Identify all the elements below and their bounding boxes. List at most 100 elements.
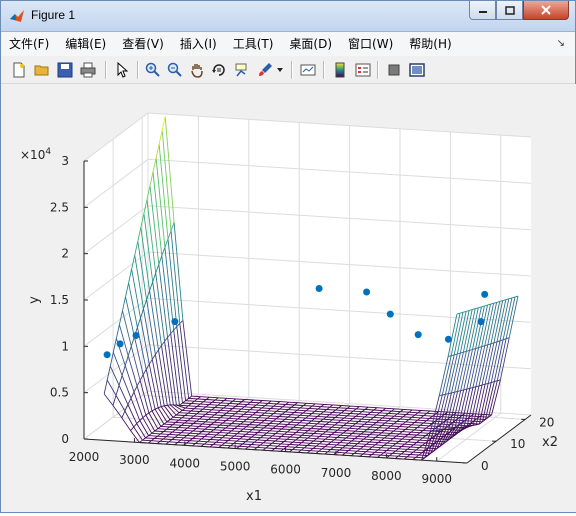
surface-mesh-line (323, 434, 332, 435)
data-point (117, 340, 124, 347)
surface-mesh-line (377, 415, 386, 416)
surface-mesh-line (227, 406, 236, 407)
axes-3d[interactable]: 200030004000500060007000800090000102000.… (2, 84, 576, 512)
surface-mesh-line (361, 441, 370, 442)
rotate-3d-icon[interactable] (209, 60, 229, 80)
surface-mesh-line (155, 431, 164, 432)
surface-mesh-line (420, 425, 429, 426)
menu-edit[interactable]: 编辑(E) (57, 33, 114, 55)
legend-icon[interactable] (353, 60, 373, 80)
data-cursor-icon[interactable] (231, 60, 251, 80)
surface-mesh-line (267, 433, 276, 434)
show-plot-tools-icon[interactable] (407, 60, 427, 80)
surface-mesh-line (410, 455, 419, 456)
surface-mesh-line (320, 436, 329, 437)
x-tick-label: 8000 (371, 469, 402, 483)
zoom-out-icon[interactable] (165, 60, 185, 80)
surface-mesh-line (407, 449, 416, 450)
surface-mesh-line (290, 430, 299, 431)
surface-mesh-line (272, 436, 281, 437)
surface-mesh-line (361, 427, 370, 428)
surface-mesh-line (238, 411, 247, 412)
surface-mesh-line (400, 427, 409, 428)
zoom-in-icon[interactable] (143, 60, 163, 80)
surface-mesh-line (402, 447, 411, 448)
surface-mesh-line (376, 437, 385, 438)
y-tick-label: 3 (61, 154, 69, 168)
surface-mesh-line (462, 423, 471, 424)
depth-axis-label: x2 (542, 435, 558, 450)
title-bar[interactable]: Figure 1 (1, 1, 575, 32)
brush-icon[interactable] (255, 60, 275, 80)
link-plot-icon[interactable] (298, 60, 318, 80)
surface-mesh-line (467, 426, 470, 427)
surface-mesh-line (461, 427, 464, 428)
surface-mesh-line (439, 412, 448, 413)
surface-mesh-line (197, 406, 206, 407)
surface-mesh-line (167, 422, 176, 423)
surface-mesh-line (375, 452, 384, 453)
surface-mesh-line (290, 444, 299, 445)
surface-mesh-line (258, 440, 267, 441)
surface-mesh-line (331, 442, 340, 443)
surface-mesh-line (361, 434, 370, 435)
surface-mesh-line (176, 422, 185, 423)
surface-mesh-line (193, 424, 202, 425)
surface-mesh-line (204, 444, 213, 445)
select-arrow-icon[interactable] (112, 60, 132, 80)
menu-window[interactable]: 窗口(W) (340, 33, 401, 55)
surface-mesh-line (285, 427, 294, 428)
surface-mesh-line (252, 422, 261, 423)
surface-mesh-line (275, 449, 284, 450)
brush-dropdown-icon[interactable] (275, 60, 285, 80)
surface-mesh-line (200, 404, 209, 405)
minimize-button[interactable] (469, 1, 496, 20)
menu-help[interactable]: 帮助(H) (401, 33, 459, 55)
menu-tools[interactable]: 工具(T) (225, 33, 282, 55)
menu-insert[interactable]: 插入(I) (172, 33, 225, 55)
surface-mesh-line (345, 453, 354, 454)
surface-mesh-line (247, 405, 256, 406)
surface-mesh-line (382, 418, 391, 419)
surface-mesh-line (247, 419, 256, 420)
surface-mesh-line (396, 436, 405, 437)
menu-desktop[interactable]: 桌面(D) (281, 33, 340, 55)
surface-mesh-line (426, 428, 435, 429)
dock-arrow-icon[interactable]: ↘ (557, 38, 565, 49)
surface-mesh-line (415, 423, 424, 424)
surface-mesh-line (170, 427, 179, 428)
open-file-icon[interactable] (32, 60, 52, 80)
surface-mesh-line (430, 411, 439, 412)
hide-plot-tools-icon[interactable] (384, 60, 404, 80)
surface-mesh-line (310, 443, 319, 444)
y-axis-label: y (27, 296, 42, 304)
surface-mesh-line (302, 443, 311, 444)
surface-mesh-line (225, 435, 234, 436)
surface-mesh-line (188, 406, 197, 407)
surface-mesh-line (208, 427, 217, 428)
close-button[interactable] (523, 1, 569, 20)
surface-mesh-line (464, 426, 467, 427)
surface-mesh-line (432, 424, 441, 425)
print-icon[interactable] (78, 60, 98, 80)
surface-mesh-line (269, 446, 278, 447)
surface-mesh-line (259, 410, 268, 411)
colorbar-icon[interactable] (330, 60, 350, 80)
new-figure-icon[interactable] (9, 60, 29, 80)
toolbar-separator (291, 61, 293, 79)
surface-mesh-line (265, 406, 274, 407)
maximize-button[interactable] (496, 1, 523, 20)
surface-mesh-line (305, 440, 314, 441)
save-icon[interactable] (55, 60, 75, 80)
surface-mesh-line (279, 424, 288, 425)
menu-view[interactable]: 查看(V) (114, 33, 172, 55)
surface-mesh-line (347, 416, 356, 417)
surface-mesh-line (332, 427, 341, 428)
surface-mesh-line (235, 414, 244, 415)
menu-file[interactable]: 文件(F) (1, 33, 57, 55)
pan-hand-icon[interactable] (187, 60, 207, 80)
figure-canvas[interactable]: 200030004000500060007000800090000102000.… (2, 84, 576, 512)
surface-mesh-line (291, 415, 300, 416)
surface-mesh-line (179, 428, 188, 429)
surface-mesh-line (348, 451, 357, 452)
